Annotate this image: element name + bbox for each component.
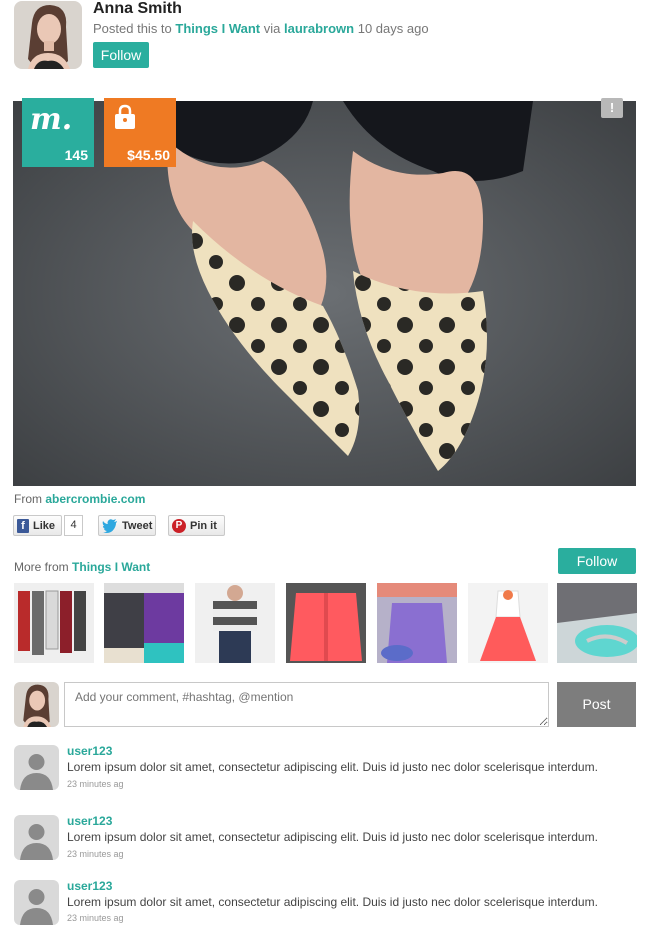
- source-domain-link[interactable]: abercrombie.com: [45, 492, 145, 506]
- thumbnail-tees[interactable]: [104, 583, 184, 663]
- post-comment-button[interactable]: Post: [557, 682, 636, 727]
- comment-avatar-placeholder-icon[interactable]: [14, 880, 59, 925]
- follow-author-button[interactable]: Follow: [93, 42, 149, 68]
- m-logo-icon: m.: [30, 102, 73, 137]
- current-user-avatar: [14, 682, 59, 727]
- comment-time: 23 minutes ag: [67, 913, 124, 923]
- twitter-bird-icon: [102, 518, 118, 533]
- tweet-button[interactable]: Tweet: [98, 515, 156, 536]
- pinterest-icon: P: [172, 518, 186, 533]
- comment-avatar-placeholder-icon[interactable]: [14, 745, 59, 790]
- like-count: 4: [64, 515, 83, 536]
- report-flag-icon[interactable]: !: [601, 98, 623, 118]
- author-name[interactable]: Anna Smith: [93, 0, 182, 18]
- comment-text: Lorem ipsum dolor sit amet, consectetur …: [67, 830, 598, 844]
- more-collection-link[interactable]: Things I Want: [72, 560, 150, 574]
- comment-input[interactable]: [64, 682, 549, 727]
- price-value: $45.50: [127, 147, 170, 163]
- thumbnail-striped-sweater[interactable]: [195, 583, 275, 663]
- comment-username[interactable]: user123: [67, 879, 112, 893]
- thumbnail-scarves[interactable]: [14, 583, 94, 663]
- collection-link[interactable]: Things I Want: [175, 21, 260, 36]
- more-from-heading: More from Things I Want: [14, 560, 150, 574]
- pin-label: Pin it: [190, 519, 217, 532]
- like-label: Like: [32, 519, 55, 532]
- author-avatar[interactable]: [14, 1, 82, 69]
- more-from-prefix: More from: [14, 560, 69, 574]
- comment-username[interactable]: user123: [67, 744, 112, 758]
- tweet-label: Tweet: [122, 519, 153, 532]
- comment-time: 23 minutes ag: [67, 849, 124, 859]
- posted-prefix: Posted this to: [93, 21, 172, 36]
- via-word: via: [263, 21, 281, 36]
- comment-text: Lorem ipsum dolor sit amet, consectetur …: [67, 760, 598, 774]
- facebook-icon: f: [17, 518, 29, 533]
- thumbnail-sneakers[interactable]: [557, 583, 637, 663]
- comment-text: Lorem ipsum dolor sit amet, consectetur …: [67, 895, 598, 909]
- save-count: 145: [64, 147, 88, 163]
- comment-time: 23 minutes ag: [67, 779, 124, 789]
- price-badge[interactable]: $45.50: [104, 98, 176, 167]
- facebook-like-button[interactable]: f Like: [13, 515, 62, 536]
- thumbnail-purple-top[interactable]: [377, 583, 457, 663]
- shopping-bag-icon: [112, 104, 138, 135]
- comment-username[interactable]: user123: [67, 814, 112, 828]
- posted-line: Posted this to Things I Want via laurabr…: [93, 21, 429, 36]
- thumbnail-coral-dress[interactable]: [468, 583, 548, 663]
- follow-collection-button[interactable]: Follow: [558, 548, 636, 574]
- post-time: 10 days ago: [357, 21, 429, 36]
- via-user-link[interactable]: laurabrown: [284, 21, 354, 36]
- save-count-badge[interactable]: m. 145: [22, 98, 94, 167]
- comment-avatar-placeholder-icon[interactable]: [14, 815, 59, 860]
- thumbnail-coral-shirt[interactable]: [286, 583, 366, 663]
- source-label: From: [14, 492, 42, 506]
- source-line: From abercrombie.com: [14, 492, 145, 506]
- pin-it-button[interactable]: P Pin it: [168, 515, 225, 536]
